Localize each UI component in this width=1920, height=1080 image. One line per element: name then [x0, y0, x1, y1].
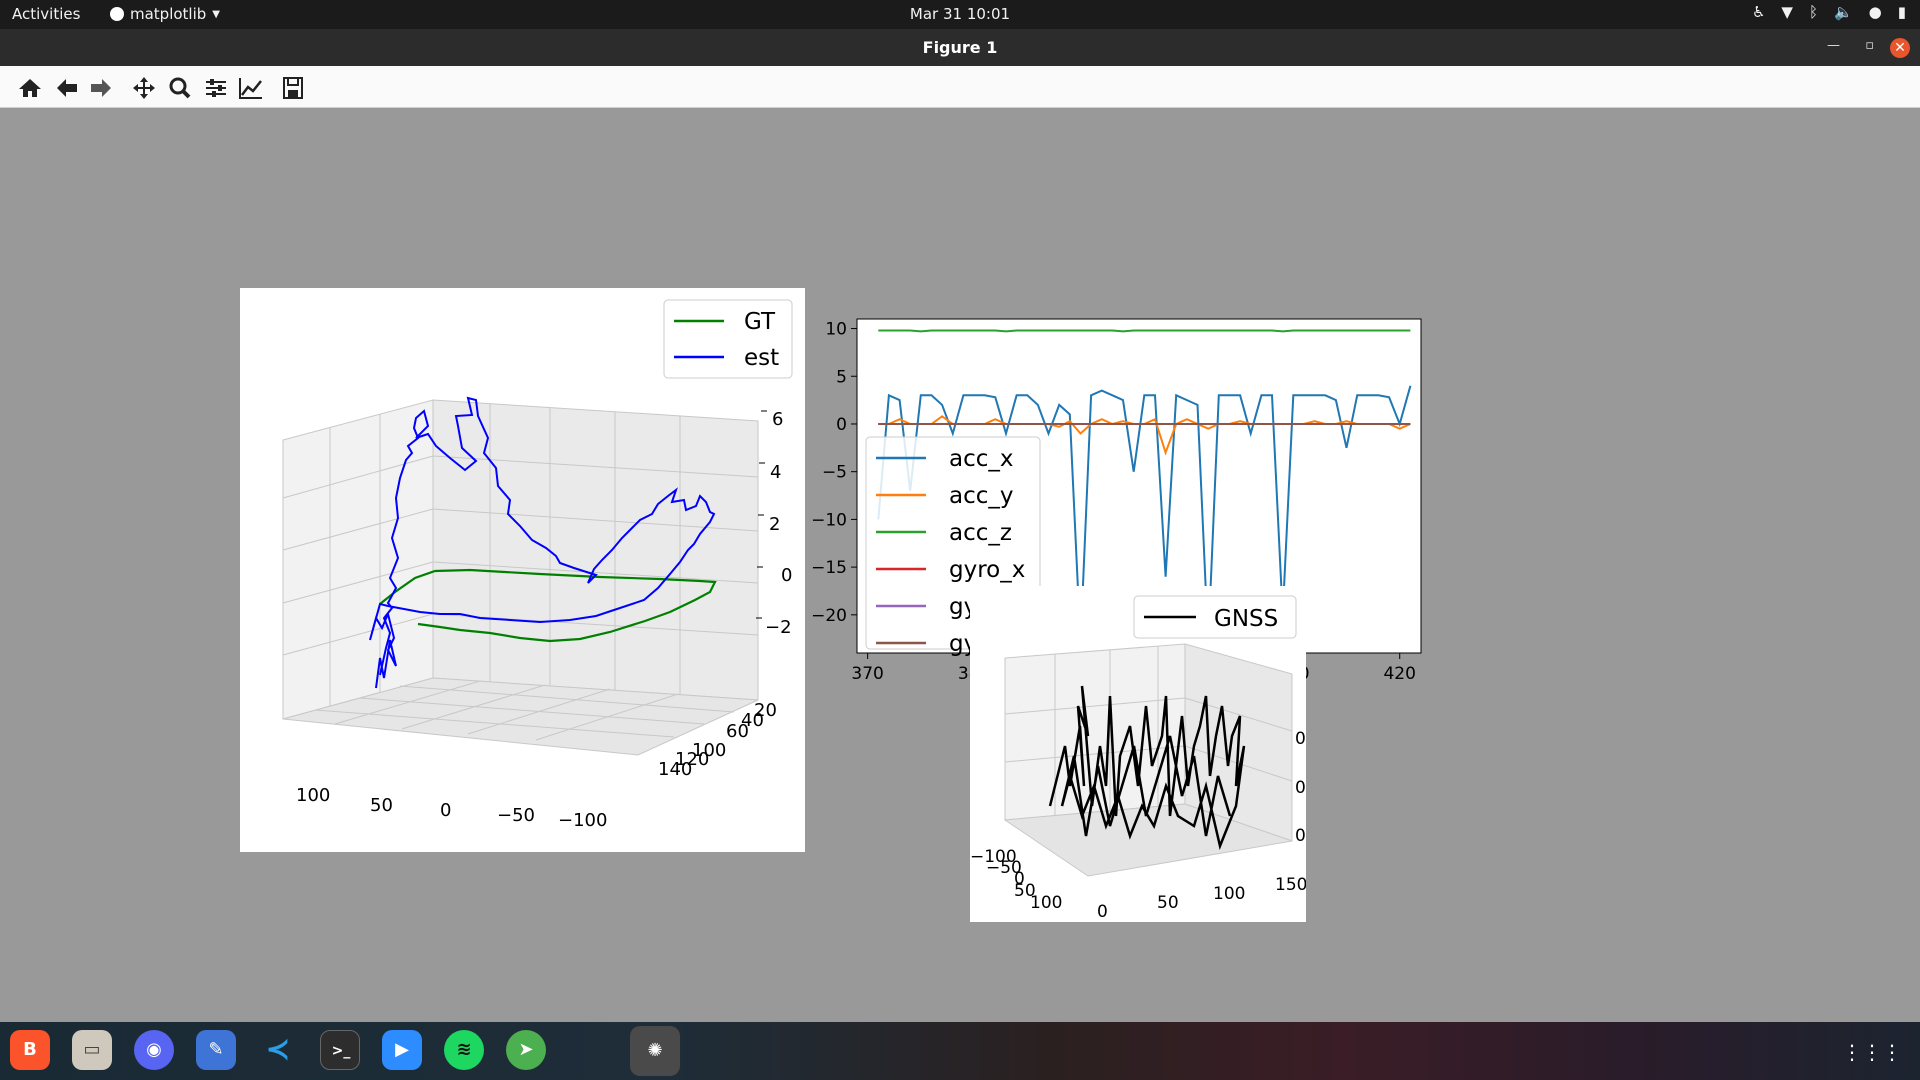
edit-axis-icon[interactable]: [238, 76, 264, 100]
configure-subplots-icon[interactable]: [203, 76, 229, 100]
window-title: Figure 1: [922, 38, 998, 57]
y-tick-label: −5: [822, 463, 847, 483]
x-tick: 150: [1275, 875, 1306, 895]
maximize-button[interactable]: ▫: [1865, 38, 1874, 53]
matplotlib-toolbar: [0, 66, 1920, 108]
brave-icon[interactable]: B: [10, 1030, 50, 1070]
gnss-3d-plot: 0.0025 0.0020 0.0015 0 50 100 150 −100 −…: [970, 595, 1354, 922]
app-grid-icon[interactable]: ⋮⋮⋮: [1842, 1040, 1902, 1064]
y-tick-label: −15: [811, 558, 847, 578]
y-tick: 140: [658, 759, 692, 780]
battery-icon: ▮: [1897, 3, 1906, 21]
trajectory-3d-plot: 6 4 2 0 −2 100 50 0 −50 −100 20 40 60 80…: [282, 299, 793, 831]
x-tick: 0: [440, 800, 451, 821]
legend-label: GNSS: [1214, 606, 1278, 632]
zoom-icon[interactable]: [167, 76, 193, 100]
window-titlebar[interactable]: Figure 1 — ▫ ✕: [0, 29, 1920, 66]
z-tick: 0.0015: [1295, 826, 1306, 846]
x-tick: −50: [497, 805, 535, 826]
x-tick: 100: [1213, 884, 1245, 904]
x-tick: 50: [1157, 893, 1179, 913]
legend-label: acc_y: [949, 483, 1014, 509]
x-tick: 0: [1097, 902, 1108, 922]
legend-label: acc_x: [949, 446, 1014, 472]
y-tick-label: 5: [836, 367, 847, 387]
close-button[interactable]: ✕: [1890, 38, 1910, 58]
clock[interactable]: Mar 31 10:01: [0, 5, 1920, 23]
vscode-icon[interactable]: ≺: [258, 1030, 298, 1070]
x-tick-label: 420: [1383, 664, 1415, 684]
accessibility-icon[interactable]: ♿: [1752, 3, 1765, 21]
telegram-icon[interactable]: ➤: [506, 1030, 546, 1070]
x-tick: 100: [296, 785, 330, 806]
y-tick: 60: [726, 721, 749, 742]
matplotlib-icon[interactable]: ✺: [630, 1026, 680, 1076]
y-tick-label: 10: [825, 320, 847, 340]
y-tick-label: −20: [811, 606, 847, 626]
legend-label: gyro_x: [949, 557, 1025, 583]
minimize-button[interactable]: —: [1827, 38, 1840, 53]
spotify-icon[interactable]: ≋: [444, 1030, 484, 1070]
gnss-legend: GNSS: [1133, 595, 1297, 639]
forward-icon[interactable]: [88, 76, 114, 100]
save-icon[interactable]: [280, 76, 306, 100]
discord-icon[interactable]: ◉: [134, 1030, 174, 1070]
z-tick: −2: [765, 617, 792, 638]
volume-icon: 🔈: [1833, 3, 1853, 21]
top-bar: Activities matplotlib ▼ Mar 31 10:01 ♿ ▼…: [0, 0, 1920, 29]
z-tick: 2: [769, 514, 780, 535]
legend-label: GT: [744, 309, 776, 335]
x-tick-label: 370: [851, 664, 883, 684]
pan-icon[interactable]: [131, 76, 157, 100]
bluetooth-icon: ᛒ: [1808, 3, 1818, 21]
gnss-3d-axes[interactable]: 0.0025 0.0020 0.0015 0 50 100 150 −100 −…: [970, 586, 1354, 922]
zoom-app-icon[interactable]: ▶: [382, 1030, 422, 1070]
series-line-acc_z: [878, 329, 1411, 333]
wifi-icon: ▼: [1781, 3, 1793, 21]
x-tick: −100: [558, 810, 607, 831]
back-icon[interactable]: [54, 76, 80, 100]
x-tick: 50: [370, 795, 393, 816]
terminal-icon[interactable]: >_: [320, 1030, 360, 1070]
figure-canvas[interactable]: 6 4 2 0 −2 100 50 0 −50 −100 20 40 60 80…: [0, 108, 1920, 1022]
trajectory-3d-axes[interactable]: 6 4 2 0 −2 100 50 0 −50 −100 20 40 60 80…: [240, 288, 805, 852]
legend-label: acc_z: [949, 520, 1012, 546]
legend-label: est: [744, 345, 779, 371]
files-icon[interactable]: ▭: [72, 1030, 112, 1070]
z-tick: 6: [772, 409, 783, 430]
text-editor-icon[interactable]: ✎: [196, 1030, 236, 1070]
microphone-icon: ●: [1868, 3, 1882, 21]
z-tick: 0.0025: [1295, 729, 1306, 749]
y-tick: 100: [1030, 893, 1062, 913]
z-tick: 0.0020: [1295, 778, 1306, 798]
z-tick: 4: [770, 462, 781, 483]
trajectory-legend: GT est: [663, 299, 793, 379]
z-tick: 0: [781, 565, 792, 586]
home-icon[interactable]: [17, 76, 43, 100]
y-tick-label: −10: [811, 510, 847, 530]
system-tray[interactable]: ♿ ▼ ᛒ 🔈 ● ▮: [1752, 3, 1906, 21]
dock: B ▭ ◉ ✎ ≺ >_ ▶ ≋ ➤ ✺ ⋮⋮⋮: [0, 1022, 1920, 1080]
y-tick-label: 0: [836, 415, 847, 435]
